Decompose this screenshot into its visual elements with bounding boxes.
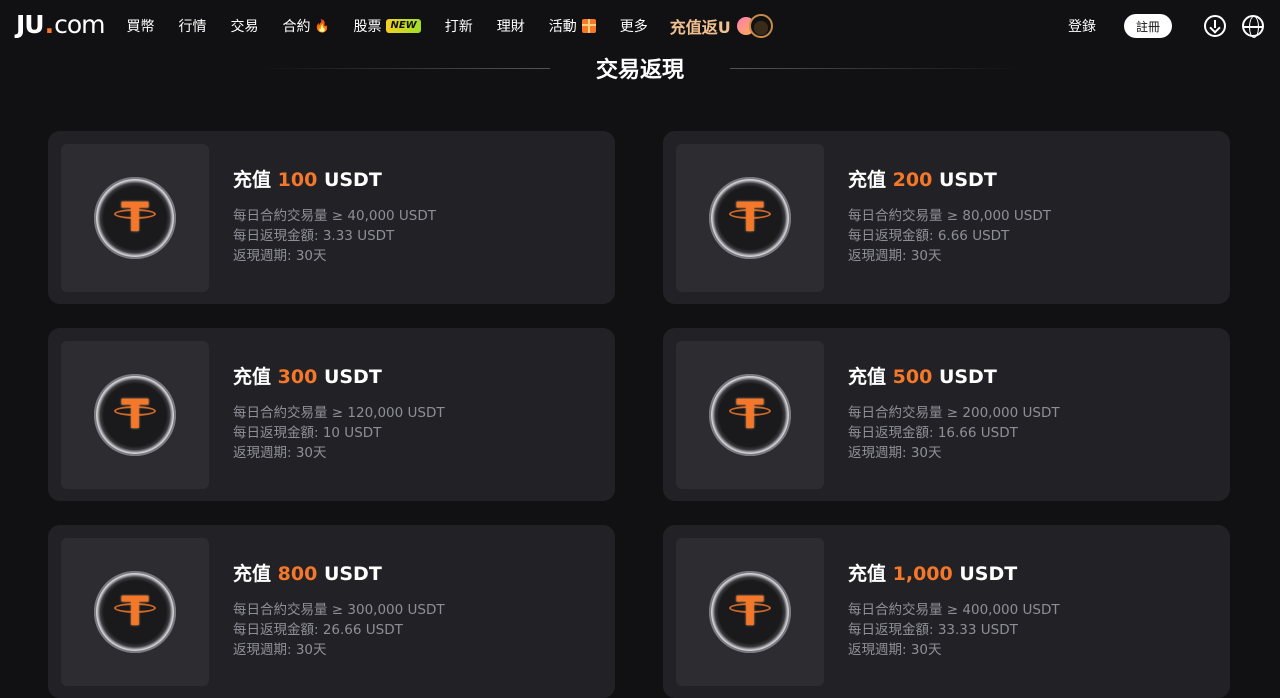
nav-label: 活動 xyxy=(548,19,577,35)
coin-thumbnail: T xyxy=(676,341,824,489)
header-actions: 登錄 註冊 xyxy=(1068,14,1264,38)
deposit-rebate-promo[interactable]: 充值返U xyxy=(670,13,775,39)
nav-label: 交易 xyxy=(230,19,259,35)
promo-mascot-icon xyxy=(736,13,775,39)
daily-rebate: 每日返現金額: 26.66 USDT xyxy=(233,622,403,638)
nav-item-events[interactable]: 活動 xyxy=(549,16,596,36)
nav-item-markets[interactable]: 行情 xyxy=(179,16,207,36)
nav-item-buy-crypto[interactable]: 買幣 xyxy=(127,16,155,36)
main-nav: 買幣 行情 交易 合約 🔥 股票 NEW 打新 理財 活動 更多 充值返U xyxy=(127,13,775,39)
nav-label: 更多 xyxy=(619,19,648,35)
rebate-period: 返現週期: 30天 xyxy=(233,642,327,658)
nav-item-futures[interactable]: 合約 🔥 xyxy=(283,16,330,36)
deposit-amount: 300 xyxy=(277,366,318,388)
globe-icon[interactable] xyxy=(1242,15,1264,38)
fire-icon: 🔥 xyxy=(314,19,330,33)
nav-item-more[interactable]: 更多 xyxy=(620,16,648,36)
volume-requirement: 每日合約交易量 ≥ 400,000 USDT xyxy=(848,602,1060,618)
gift-icon xyxy=(581,19,596,33)
volume-requirement: 每日合約交易量 ≥ 300,000 USDT xyxy=(233,602,445,618)
logo-com: com xyxy=(54,9,105,39)
divider-right xyxy=(730,67,1020,69)
rebate-period: 返現週期: 30天 xyxy=(233,248,327,264)
login-link[interactable]: 登錄 xyxy=(1068,16,1096,36)
rebate-card: T 充值 200 USDT 每日合約交易量 ≥ 80,000 USDT 每日返現… xyxy=(663,131,1230,304)
tether-usdt-icon: T xyxy=(94,177,176,259)
daily-rebate: 每日返現金額: 3.33 USDT xyxy=(233,228,395,244)
volume-requirement: 每日合約交易量 ≥ 40,000 USDT xyxy=(233,208,437,224)
rebate-card: T 充值 800 USDT 每日合約交易量 ≥ 300,000 USDT 每日返… xyxy=(48,525,615,698)
nav-item-trade[interactable]: 交易 xyxy=(231,16,259,36)
register-button[interactable]: 註冊 xyxy=(1123,14,1172,38)
tether-usdt-icon: T xyxy=(94,374,176,456)
nav-label: 理財 xyxy=(496,19,525,35)
deposit-amount: 100 xyxy=(277,169,318,191)
rebate-card: T 充值 300 USDT 每日合約交易量 ≥ 120,000 USDT 每日返… xyxy=(48,328,615,501)
daily-rebate: 每日返現金額: 33.33 USDT xyxy=(848,622,1018,638)
volume-requirement: 每日合約交易量 ≥ 200,000 USDT xyxy=(848,405,1060,421)
jucom-logo[interactable]: JU. com xyxy=(16,9,106,39)
volume-requirement: 每日合約交易量 ≥ 80,000 USDT xyxy=(848,208,1052,224)
tether-usdt-icon: T xyxy=(709,374,791,456)
nav-item-earn[interactable]: 理財 xyxy=(497,16,525,36)
card-title: 充值 200 USDT xyxy=(848,169,997,191)
rebate-card: T 充值 100 USDT 每日合約交易量 ≥ 40,000 USDT 每日返現… xyxy=(48,131,615,304)
nav-label: 買幣 xyxy=(126,19,155,35)
nav-label: 打新 xyxy=(444,19,473,35)
deposit-amount: 500 xyxy=(892,366,933,388)
nav-label: 股票 xyxy=(353,19,382,35)
nav-item-launchpad[interactable]: 打新 xyxy=(445,16,473,36)
rebate-period: 返現週期: 30天 xyxy=(233,445,327,461)
rebate-card: T 充值 500 USDT 每日合約交易量 ≥ 200,000 USDT 每日返… xyxy=(663,328,1230,501)
promo-label: 充值返U xyxy=(669,18,731,37)
top-navigation-bar: JU. com 買幣 行情 交易 合約 🔥 股票 NEW 打新 理財 活動 更多 充值… xyxy=(0,0,1280,52)
download-icon[interactable] xyxy=(1204,15,1226,37)
divider-left xyxy=(259,67,550,69)
rebate-period: 返現週期: 30天 xyxy=(848,642,942,658)
nav-label: 合約 xyxy=(282,19,311,35)
daily-rebate: 每日返現金額: 6.66 USDT xyxy=(848,228,1010,244)
card-title: 充值 100 USDT xyxy=(233,169,382,191)
new-badge: NEW xyxy=(386,19,421,33)
card-title: 充值 500 USDT xyxy=(848,366,997,388)
rebate-period: 返現週期: 30天 xyxy=(848,248,942,264)
logo-ju: JU xyxy=(16,9,45,39)
rebate-card: T 充值 1,000 USDT 每日合約交易量 ≥ 400,000 USDT 每… xyxy=(663,525,1230,698)
card-title: 充值 800 USDT xyxy=(233,563,382,585)
coin-thumbnail: T xyxy=(61,341,209,489)
deposit-amount: 1,000 xyxy=(892,563,953,585)
coin-thumbnail: T xyxy=(61,144,209,292)
card-title: 充值 1,000 USDT xyxy=(848,563,1018,585)
volume-requirement: 每日合約交易量 ≥ 120,000 USDT xyxy=(233,405,445,421)
coin-thumbnail: T xyxy=(676,144,824,292)
card-title: 充值 300 USDT xyxy=(233,366,382,388)
tether-usdt-icon: T xyxy=(709,177,791,259)
nav-label: 行情 xyxy=(178,19,207,35)
deposit-amount: 800 xyxy=(277,563,318,585)
section-title: 交易返現 xyxy=(595,58,684,83)
section-header: 交易返現 xyxy=(0,52,1280,84)
tether-usdt-icon: T xyxy=(94,571,176,653)
tether-usdt-icon: T xyxy=(709,571,791,653)
rebate-tier-grid: T 充值 100 USDT 每日合約交易量 ≥ 40,000 USDT 每日返現… xyxy=(48,131,1230,698)
rebate-period: 返現週期: 30天 xyxy=(848,445,942,461)
deposit-amount: 200 xyxy=(892,169,933,191)
coin-thumbnail: T xyxy=(676,538,824,686)
coin-thumbnail: T xyxy=(61,538,209,686)
daily-rebate: 每日返現金額: 10 USDT xyxy=(233,425,382,441)
daily-rebate: 每日返現金額: 16.66 USDT xyxy=(848,425,1018,441)
nav-item-stocks[interactable]: 股票 NEW xyxy=(353,16,421,36)
logo-dot: . xyxy=(44,9,54,39)
